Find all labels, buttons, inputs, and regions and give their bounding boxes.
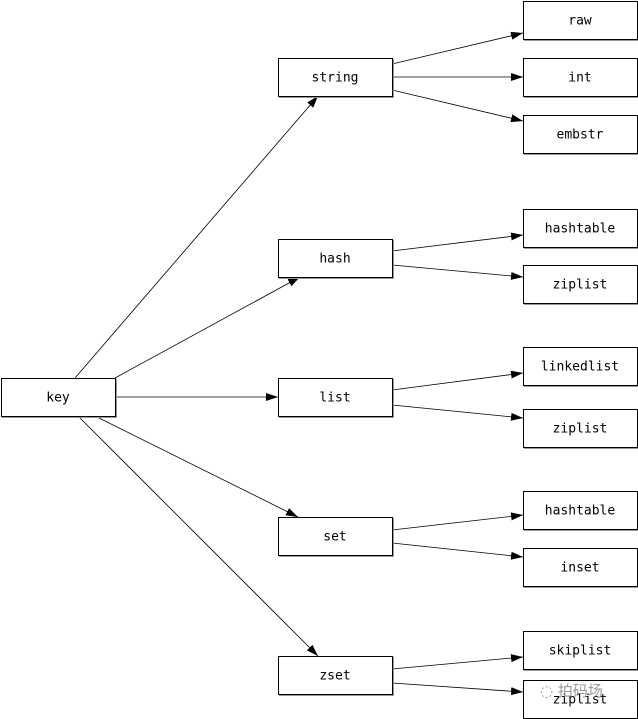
- edge-list-to-list_ziplist: [391, 404, 524, 421]
- type-encoding-tree: key string hash list set zset raw int embstr hash…: [1, 1, 638, 719]
- node-embstr: embstr: [523, 115, 638, 155]
- node-set: set: [278, 517, 394, 557]
- edge-key-to-hash: [114, 276, 301, 379]
- edge-zset-to-zset_skiplist: [391, 654, 524, 670]
- node-label: linkedlist: [541, 360, 619, 375]
- node-label: int: [568, 71, 591, 86]
- edge-key-to-set: [94, 415, 299, 518]
- node-zset: zset: [278, 656, 394, 696]
- node-zset-skiplist: skiplist: [523, 631, 638, 671]
- node-label: skiplist: [549, 644, 612, 659]
- node-int: int: [523, 58, 638, 98]
- node-label: inset: [560, 561, 599, 576]
- edge-key-to-string: [74, 95, 319, 379]
- edge-hash-to-hash_ziplist: [391, 264, 524, 280]
- node-label: hashtable: [545, 222, 616, 237]
- wechat-icon: ◌: [540, 682, 558, 700]
- node-raw: raw: [523, 1, 638, 41]
- node-label: set: [323, 530, 346, 545]
- node-set-inset: inset: [523, 548, 638, 588]
- node-label: embstr: [557, 128, 604, 143]
- node-hash: hash: [278, 239, 394, 279]
- node-list-linkedlist: linkedlist: [523, 347, 638, 387]
- node-label: ziplist: [553, 278, 608, 293]
- edge-string-to-embstr: [391, 89, 524, 123]
- node-label: hashtable: [545, 504, 616, 519]
- edge-hash-to-hash_hashtable: [391, 232, 524, 252]
- node-string: string: [278, 58, 394, 98]
- edge-set-to-set_inset: [391, 542, 524, 560]
- node-label: zset: [319, 669, 350, 684]
- diagram: key string hash list set zset raw int embstr hash…: [0, 0, 638, 719]
- node-set-hashtable: hashtable: [523, 491, 638, 531]
- edge-string-to-raw: [391, 31, 524, 65]
- node-label: hash: [319, 252, 350, 267]
- edge-set-to-set_hashtable: [391, 512, 524, 531]
- node-list: list: [278, 378, 394, 418]
- node-label: string: [312, 71, 359, 86]
- node-label: ziplist: [553, 422, 608, 437]
- edge-zset-to-zset_ziplist: [391, 682, 524, 696]
- watermark-logo: ◌ 拍码场: [540, 682, 603, 700]
- node-hash-hashtable: hashtable: [523, 209, 638, 249]
- node-key: key: [1, 378, 117, 418]
- node-hash-ziplist: ziplist: [523, 265, 638, 305]
- edge-list-to-list_linkedlist: [391, 370, 524, 391]
- node-label: key: [46, 391, 70, 406]
- node-list-ziplist: ziplist: [523, 409, 638, 449]
- node-label: raw: [568, 14, 592, 29]
- node-label: list: [319, 391, 350, 406]
